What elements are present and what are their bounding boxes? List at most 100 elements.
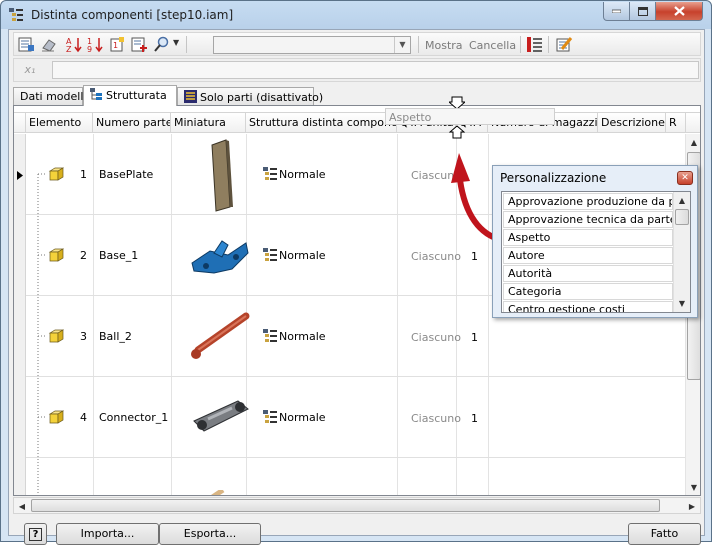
tab-model-data[interactable]: Dati modello [13, 87, 90, 105]
bom-structure[interactable]: Normale [279, 330, 326, 343]
choose-columns-icon[interactable] [526, 36, 543, 53]
unit-qty[interactable]: Ciascuno [411, 412, 461, 425]
baseplate-thumbnail [211, 139, 233, 212]
window-title: Distinta componenti [step10.iam] [31, 8, 234, 22]
find-dropdown-arrow-icon[interactable]: ▼ [173, 38, 179, 47]
qty[interactable]: 1 [471, 250, 478, 263]
tab-parts-only[interactable]: Solo parti (disattivato) [177, 87, 323, 105]
bom-structure[interactable]: Normale [279, 411, 326, 424]
connector-thumbnail [193, 400, 249, 432]
list-item[interactable]: Categoria [503, 283, 673, 300]
minimize-icon [612, 9, 621, 13]
bom-structure[interactable]: Normale [279, 249, 326, 262]
bom-app-icon [9, 8, 23, 21]
bom-settings-icon[interactable] [556, 36, 573, 53]
row-selector-column [14, 134, 26, 495]
main-toolbar: AZ 19 1 ▼ ▼ Mostra Cancella [13, 32, 701, 56]
scroll-left-icon[interactable]: ◀ [14, 498, 30, 514]
export-table-icon[interactable] [18, 36, 35, 53]
structure-icon [263, 410, 277, 423]
show-button[interactable]: Mostra [425, 39, 463, 52]
qty[interactable]: 1 [471, 412, 478, 425]
svg-text:9: 9 [87, 45, 92, 53]
qty[interactable]: 1 [471, 331, 478, 344]
col-description[interactable]: Descrizione [598, 113, 666, 133]
parts-list-icon [184, 90, 197, 103]
tab-structured[interactable]: Strutturata [83, 85, 177, 106]
view-combo[interactable]: ▼ [213, 36, 411, 54]
button-bar: ? Importa... Esporta... Fatto [9, 518, 706, 545]
base-thumbnail [191, 240, 249, 274]
maximize-button[interactable] [629, 2, 656, 21]
list-item[interactable]: Aspetto [503, 229, 673, 246]
scroll-thumb[interactable] [675, 209, 689, 225]
list-item[interactable]: Approvazione tecnica da parte di [503, 211, 673, 228]
item-number: 4 [80, 411, 87, 424]
close-button[interactable] [655, 2, 703, 21]
ball-thumbnail [191, 312, 250, 359]
unit-qty[interactable]: Ciascuno [411, 331, 461, 344]
partial-thumbnail [210, 490, 225, 495]
structure-icon [263, 167, 277, 180]
chevron-down-icon[interactable]: ▼ [394, 37, 410, 53]
formula-toolbar: x₁ [13, 58, 701, 82]
item-number: 1 [80, 168, 87, 181]
close-icon [673, 6, 685, 16]
title-bar: Distinta componenti [step10.iam] [1, 1, 711, 29]
customization-title: Personalizzazione [500, 171, 607, 185]
part-number: BasePlate [99, 168, 154, 181]
customization-dialog: Personalizzazione ✕ Approvazione produzi… [492, 165, 698, 318]
svg-text:Z: Z [66, 45, 72, 53]
structured-icon [90, 88, 102, 100]
col-bom-structure[interactable]: Struttura distinta componenti [246, 113, 397, 133]
part-number: Ball_2 [99, 330, 132, 343]
maximize-icon [637, 6, 648, 16]
scroll-up-icon[interactable]: ▲ [686, 134, 700, 150]
part-number: Base_1 [99, 249, 139, 262]
structure-icon [263, 329, 277, 342]
svg-text:1: 1 [113, 41, 118, 50]
list-item[interactable]: Approvazione produzione da p... [503, 193, 673, 210]
list-item[interactable]: Autore [503, 247, 673, 264]
dragged-column-ghost: Aspetto [385, 108, 555, 125]
sort-numeric-icon[interactable]: 19 [87, 36, 104, 53]
scroll-right-icon[interactable]: ▶ [684, 498, 700, 514]
customization-scrollbar[interactable]: ▲ ▼ [673, 192, 690, 312]
close-icon[interactable]: ✕ [677, 171, 693, 185]
item-number: 3 [80, 330, 87, 343]
item-number: 2 [80, 249, 87, 262]
formula-input[interactable] [52, 61, 699, 79]
help-icon: ? [29, 528, 42, 541]
col-r[interactable]: R [666, 113, 686, 133]
bom-structure[interactable]: Normale [279, 168, 326, 181]
customization-list[interactable]: Approvazione produzione da p... Approvaz… [501, 191, 691, 313]
part-icon [48, 248, 64, 262]
renumber-icon[interactable]: 1 [109, 36, 126, 53]
sort-ascending-icon[interactable]: AZ [66, 36, 83, 53]
find-icon[interactable] [153, 36, 170, 53]
grid-horizontal-scrollbar[interactable]: ◀ ▶ [13, 497, 701, 514]
scroll-down-icon[interactable]: ▼ [686, 479, 700, 495]
structure-icon [263, 248, 277, 261]
unit-qty[interactable]: Ciascuno [411, 250, 461, 263]
minimize-button[interactable] [603, 2, 630, 21]
eraser-icon[interactable] [40, 36, 57, 53]
part-icon [48, 329, 64, 343]
list-item[interactable]: Autorità [503, 265, 673, 282]
scroll-up-icon[interactable]: ▲ [674, 192, 690, 208]
part-icon [48, 167, 64, 181]
col-thumbnail[interactable]: Miniatura [171, 113, 246, 133]
function-icon: x₁ [24, 63, 36, 76]
part-number: Connector_1 [99, 411, 169, 424]
col-item[interactable]: Elemento [26, 113, 93, 133]
add-custom-item-icon[interactable] [131, 36, 148, 53]
hscroll-thumb[interactable] [31, 499, 660, 512]
grid-header: Elemento Numero parte Miniatura Struttur… [14, 112, 700, 133]
list-item[interactable]: Centro gestione costi [503, 301, 673, 312]
clear-button[interactable]: Cancella [469, 39, 516, 52]
current-row-arrow-icon [17, 171, 23, 180]
col-part-number[interactable]: Numero parte [93, 113, 171, 133]
table-row[interactable]: 4 Connector_1 Normale Ciascuno 1 [26, 377, 688, 458]
tab-strip: Dati modello Strutturata Solo parti (dis… [13, 85, 703, 106]
scroll-down-icon[interactable]: ▼ [674, 295, 690, 311]
